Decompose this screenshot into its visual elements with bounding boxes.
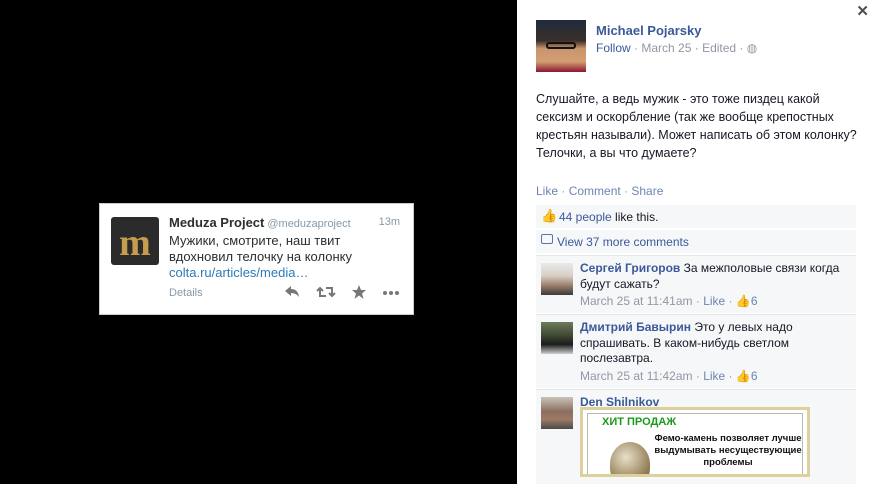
comment-author[interactable]: Сергей Григоров: [580, 261, 680, 275]
image-caption: Фемо-камень позволяет лучше выдумывать н…: [654, 433, 802, 468]
post-panel: ✕ Michael Pojarsky Follow · March 25 · E…: [517, 0, 873, 484]
comment-bubble-icon: [541, 234, 553, 244]
comment-item: Den Shilnikov ХИТ ПРОДАЖ Фемо-камень поз…: [536, 389, 856, 484]
post-text: Слушайте, а ведь мужик - это тоже пиздец…: [536, 92, 857, 160]
comment-like-count[interactable]: 6: [751, 369, 758, 383]
thumbs-up-icon: 👍: [541, 208, 558, 223]
author-avatar[interactable]: [536, 20, 586, 72]
close-icon[interactable]: ✕: [856, 2, 869, 20]
commenter-avatar[interactable]: [541, 263, 573, 295]
retweet-icon: [316, 286, 336, 298]
commenter-avatar[interactable]: [541, 397, 573, 429]
reply-icon: [285, 286, 299, 297]
comment-author[interactable]: Дмитрий Бaвырин: [580, 320, 691, 334]
comment-item: Дмитрий Бaвырин Это у левых надо спрашив…: [536, 314, 856, 388]
tweet-handle: @meduzaproject: [267, 218, 351, 230]
stone-picture: [610, 442, 650, 474]
like-link[interactable]: Like: [536, 184, 558, 198]
tweet-link: colta.ru/articles/media…: [169, 265, 309, 280]
tweet-author: Meduza Project @meduzaproject: [169, 215, 351, 230]
author-name[interactable]: Michael Pojarsky: [596, 23, 702, 38]
comment-attached-image[interactable]: ХИТ ПРОДАЖ Фемо-камень позволяет лучше в…: [580, 407, 810, 477]
edited-label[interactable]: Edited: [702, 41, 736, 55]
follow-link[interactable]: Follow: [596, 41, 631, 55]
photo-stage: m Meduza Project @meduzaproject 13m Мужик…: [0, 0, 517, 484]
comment-like-link[interactable]: Like: [703, 369, 725, 383]
share-link[interactable]: Share: [631, 184, 663, 198]
view-more-label[interactable]: View 37 more comments: [557, 235, 689, 249]
meduza-logo: m: [111, 217, 159, 265]
tweet-details: Details: [169, 287, 203, 299]
likes-summary: 👍 44 people like this.: [536, 205, 856, 228]
comment-like-link[interactable]: Like: [703, 294, 725, 308]
globe-icon: ◍: [746, 41, 758, 55]
image-title: ХИТ ПРОДАЖ: [602, 416, 677, 428]
tweet-time: 13m: [378, 216, 400, 228]
view-more-comments[interactable]: View 37 more comments: [536, 230, 856, 253]
commenter-avatar[interactable]: [541, 322, 573, 354]
likes-count-link[interactable]: 44 people: [559, 210, 612, 224]
thumbs-up-icon: 👍: [735, 369, 751, 383]
comment-link[interactable]: Comment: [569, 184, 621, 198]
more-icon: [383, 291, 399, 295]
tweet-card: m Meduza Project @meduzaproject 13m Мужик…: [99, 203, 414, 315]
comment-meta: March 25 at 11:42am · Like · 👍6: [580, 369, 758, 383]
comment-time[interactable]: March 25 at 11:41am: [580, 294, 693, 308]
comment-item: Сергей Григоров За межполовые связи когд…: [536, 255, 856, 313]
comment-time[interactable]: March 25 at 11:42am: [580, 369, 693, 383]
tweet-text: Мужики, смотрите, наш твит вдохновил тел…: [169, 233, 352, 280]
thumbs-up-icon: 👍: [735, 294, 751, 308]
comment-meta: March 25 at 11:41am · Like · 👍6: [580, 294, 758, 308]
favorite-icon: [352, 285, 366, 299]
post-meta: Follow · March 25 · Edited · ◍: [596, 41, 758, 55]
comment-like-count[interactable]: 6: [751, 294, 758, 308]
post-actions: Like · Comment · Share: [536, 184, 664, 198]
post-date[interactable]: March 25: [641, 41, 691, 55]
